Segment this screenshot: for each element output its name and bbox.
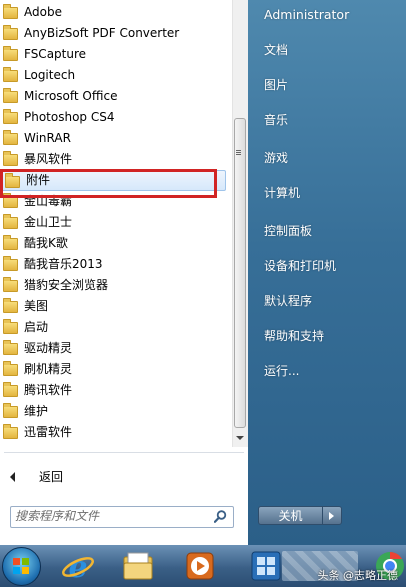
program-label: 猎豹安全浏览器 bbox=[24, 278, 109, 292]
program-tencent[interactable]: 腾讯软件 bbox=[0, 380, 232, 401]
menu-control-panel[interactable]: 控制面板 bbox=[264, 222, 312, 239]
program-logitech[interactable]: Logitech bbox=[0, 65, 232, 86]
folder-icon bbox=[3, 46, 18, 61]
program-adobe[interactable]: Adobe bbox=[0, 2, 232, 23]
divider bbox=[4, 452, 244, 453]
back-label: 返回 bbox=[39, 470, 64, 484]
shutdown-button[interactable]: 关机 bbox=[258, 506, 322, 525]
scrollbar-thumb[interactable] bbox=[234, 118, 246, 428]
folder-icon bbox=[3, 256, 18, 271]
program-label: 维护 bbox=[24, 404, 49, 418]
start-button[interactable] bbox=[2, 547, 41, 586]
menu-computer[interactable]: 计算机 bbox=[264, 184, 300, 201]
program-label: AnyBizSoft PDF Converter bbox=[24, 26, 180, 40]
menu-run[interactable]: 运行... bbox=[264, 362, 299, 379]
program-label: Microsoft Office bbox=[24, 89, 118, 103]
programs-pane: Adobe AnyBizSoft PDF Converter FSCapture… bbox=[0, 0, 248, 545]
menu-devices-printers[interactable]: 设备和打印机 bbox=[264, 257, 336, 274]
program-photoshop[interactable]: Photoshop CS4 bbox=[0, 107, 232, 128]
program-label: Adobe bbox=[24, 5, 62, 19]
program-list: Adobe AnyBizSoft PDF Converter FSCapture… bbox=[0, 2, 232, 443]
program-label: 附件 bbox=[26, 173, 51, 187]
file-explorer-icon[interactable] bbox=[120, 548, 156, 584]
program-winrar[interactable]: WinRAR bbox=[0, 128, 232, 149]
program-label: 金山卫士 bbox=[24, 215, 73, 229]
program-flash-genius[interactable]: 刷机精灵 bbox=[0, 359, 232, 380]
program-microsoft-office[interactable]: Microsoft Office bbox=[0, 86, 232, 107]
program-label: 驱动精灵 bbox=[24, 341, 73, 355]
folder-icon bbox=[3, 382, 18, 397]
watermark: 头条 @志略正德 bbox=[317, 569, 399, 582]
program-label: WinRAR bbox=[24, 131, 71, 145]
folder-icon bbox=[3, 235, 18, 250]
program-label: 美图 bbox=[24, 299, 49, 313]
program-startup[interactable]: 启动 bbox=[0, 317, 232, 338]
program-list-scrollbar[interactable] bbox=[232, 0, 248, 447]
program-anybizsoft[interactable]: AnyBizSoft PDF Converter bbox=[0, 23, 232, 44]
program-driver-genius[interactable]: 驱动精灵 bbox=[0, 338, 232, 359]
folder-icon bbox=[3, 214, 18, 229]
folder-icon bbox=[5, 173, 20, 188]
folder-icon bbox=[3, 277, 18, 292]
program-baofeng[interactable]: 暴风软件 bbox=[0, 149, 232, 170]
program-label: 酷我音乐2013 bbox=[24, 257, 103, 271]
program-label: 酷我K歌 bbox=[24, 236, 68, 250]
search-input[interactable] bbox=[15, 508, 205, 524]
program-liebao-browser[interactable]: 猎豹安全浏览器 bbox=[0, 275, 232, 296]
program-label: 金山毒霸 bbox=[24, 194, 73, 208]
folder-icon bbox=[3, 361, 18, 376]
folder-icon bbox=[3, 298, 18, 313]
folder-icon bbox=[3, 340, 18, 355]
windows-app-icon[interactable] bbox=[248, 548, 284, 584]
folder-icon bbox=[3, 88, 18, 103]
program-label: 刷机精灵 bbox=[24, 362, 73, 376]
program-label: 腾讯软件 bbox=[24, 383, 73, 397]
shutdown-options-button[interactable] bbox=[322, 506, 342, 525]
program-kuwo-kge[interactable]: 酷我K歌 bbox=[0, 233, 232, 254]
scrollbar-grip-icon bbox=[236, 150, 241, 151]
program-meitu[interactable]: 美图 bbox=[0, 296, 232, 317]
menu-documents[interactable]: 文档 bbox=[264, 41, 288, 58]
folder-icon bbox=[3, 67, 18, 82]
search-icon[interactable] bbox=[214, 510, 227, 523]
program-label: 启动 bbox=[24, 320, 49, 334]
program-label: 迅雷软件 bbox=[24, 425, 73, 439]
program-maintenance[interactable]: 维护 bbox=[0, 401, 232, 422]
folder-icon bbox=[3, 151, 18, 166]
windows-logo-icon bbox=[13, 558, 29, 574]
program-label: Photoshop CS4 bbox=[24, 110, 115, 124]
folder-icon bbox=[3, 4, 18, 19]
svg-text:e: e bbox=[68, 550, 87, 584]
menu-pictures[interactable]: 图片 bbox=[264, 76, 288, 93]
program-label: Logitech bbox=[24, 68, 76, 82]
program-xunlei[interactable]: 迅雷软件 bbox=[0, 422, 232, 443]
folder-icon bbox=[3, 193, 18, 208]
scroll-down-icon[interactable] bbox=[236, 436, 244, 440]
search-box[interactable] bbox=[10, 506, 234, 528]
program-kuwo-music[interactable]: 酷我音乐2013 bbox=[0, 254, 232, 275]
menu-default-programs[interactable]: 默认程序 bbox=[264, 292, 312, 309]
menu-help-support[interactable]: 帮助和支持 bbox=[264, 327, 324, 344]
folder-icon bbox=[3, 25, 18, 40]
back-arrow-icon bbox=[10, 472, 15, 482]
media-player-icon[interactable] bbox=[182, 548, 218, 584]
menu-music[interactable]: 音乐 bbox=[264, 111, 288, 128]
internet-explorer-icon[interactable]: e bbox=[60, 548, 96, 584]
folder-icon bbox=[3, 130, 18, 145]
program-accessories[interactable]: 附件 bbox=[1, 170, 226, 191]
right-pane: Administrator 文档 图片 音乐 游戏 计算机 控制面板 设备和打印… bbox=[248, 0, 406, 545]
folder-icon bbox=[3, 424, 18, 439]
program-fscapture[interactable]: FSCapture bbox=[0, 44, 232, 65]
program-label: FSCapture bbox=[24, 47, 87, 61]
program-jinshan-weishi[interactable]: 金山卫士 bbox=[0, 212, 232, 233]
folder-icon bbox=[3, 403, 18, 418]
back-button[interactable]: 返回 bbox=[0, 466, 240, 488]
program-label: 暴风软件 bbox=[24, 152, 73, 166]
taskbar: e 头条 @志略正德 bbox=[0, 545, 406, 587]
folder-icon bbox=[3, 319, 18, 334]
folder-icon bbox=[3, 109, 18, 124]
menu-games[interactable]: 游戏 bbox=[264, 149, 288, 166]
program-jinshan-duba[interactable]: 金山毒霸 bbox=[0, 191, 232, 212]
user-name[interactable]: Administrator bbox=[264, 7, 349, 22]
